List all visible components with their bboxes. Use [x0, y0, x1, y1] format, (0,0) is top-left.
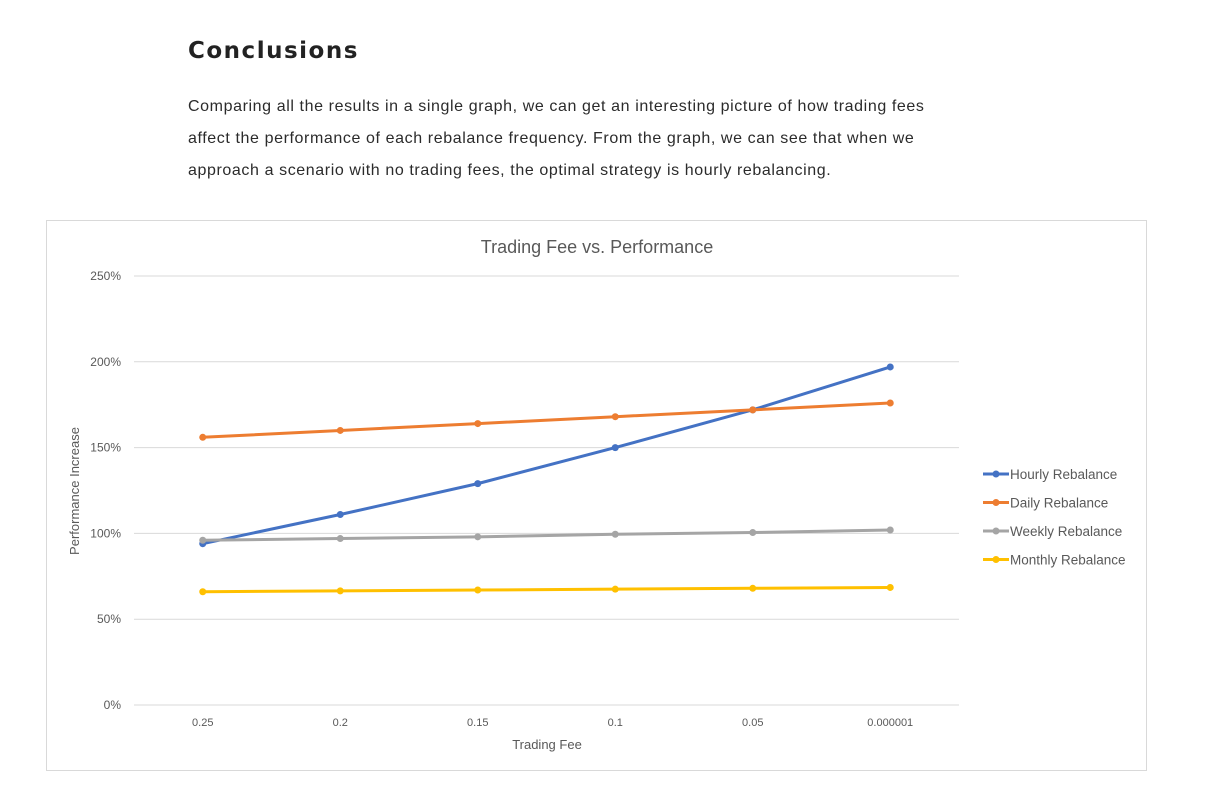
data-point	[886, 363, 894, 371]
series-line	[201, 401, 892, 439]
section-heading: Conclusions	[188, 38, 359, 64]
legend-swatch-marker	[992, 527, 1000, 535]
legend-swatch-marker	[992, 556, 1000, 563]
data-point	[749, 584, 757, 592]
x-tick-label: 0.1	[608, 717, 623, 729]
chart-container: Trading Fee vs. Performance 0% 50% 100% 150…	[46, 220, 1147, 771]
data-point	[611, 530, 619, 538]
data-point	[199, 536, 207, 544]
y-tick-label: 250%	[90, 269, 121, 283]
x-axis-label: Trading Fee	[512, 737, 582, 752]
y-tick-label: 150%	[90, 441, 121, 455]
y-axis-label: Performance Increase	[67, 427, 82, 555]
x-tick-label: 0.25	[192, 717, 213, 729]
data-point	[336, 511, 344, 519]
data-point	[886, 399, 894, 407]
chart-title: Trading Fee vs. Performance	[481, 237, 713, 257]
paragraph-line: Comparing all the results in a single gr…	[188, 98, 925, 115]
data-point	[199, 433, 207, 441]
data-point	[336, 587, 344, 595]
data-point	[611, 585, 619, 593]
y-tick-label: 100%	[90, 526, 121, 540]
data-point	[199, 588, 207, 596]
data-point	[886, 526, 894, 534]
data-point	[336, 535, 344, 543]
x-tick-label: 0.2	[333, 717, 348, 729]
legend-swatch-marker	[992, 470, 1000, 478]
line-chart: Trading Fee vs. Performance 0% 50% 100% 150…	[67, 237, 1126, 752]
data-point	[474, 533, 482, 541]
data-point	[336, 426, 344, 434]
legend-label: Weekly Rebalance	[1010, 524, 1122, 539]
y-tick-label: 200%	[90, 355, 121, 369]
series-line	[201, 585, 892, 594]
data-point	[749, 529, 757, 537]
conclusion-paragraph: Comparing all the results in a single gr…	[188, 91, 988, 187]
data-point	[611, 413, 619, 421]
paragraph-line: affect the performance of each rebalance…	[188, 130, 915, 147]
x-tick-label: 0.05	[742, 717, 763, 729]
data-point	[474, 420, 482, 428]
legend-swatch-marker	[992, 499, 1000, 506]
y-tick-label: 0%	[104, 698, 122, 712]
series-line	[201, 365, 892, 546]
legend-label: Monthly Rebalance	[1010, 553, 1126, 568]
data-point	[474, 586, 482, 594]
paragraph-line: approach a scenario with no trading fees…	[188, 162, 832, 179]
legend-label: Daily Rebalance	[1010, 496, 1108, 511]
series-line	[201, 528, 892, 542]
x-tick-label: 0.000001	[867, 717, 913, 729]
legend-label: Hourly Rebalance	[1010, 467, 1117, 482]
data-point	[474, 480, 482, 488]
data-point	[749, 406, 757, 414]
y-tick-label: 50%	[97, 612, 121, 626]
data-point	[611, 444, 619, 452]
data-point	[886, 583, 894, 591]
x-tick-label: 0.15	[467, 717, 488, 729]
